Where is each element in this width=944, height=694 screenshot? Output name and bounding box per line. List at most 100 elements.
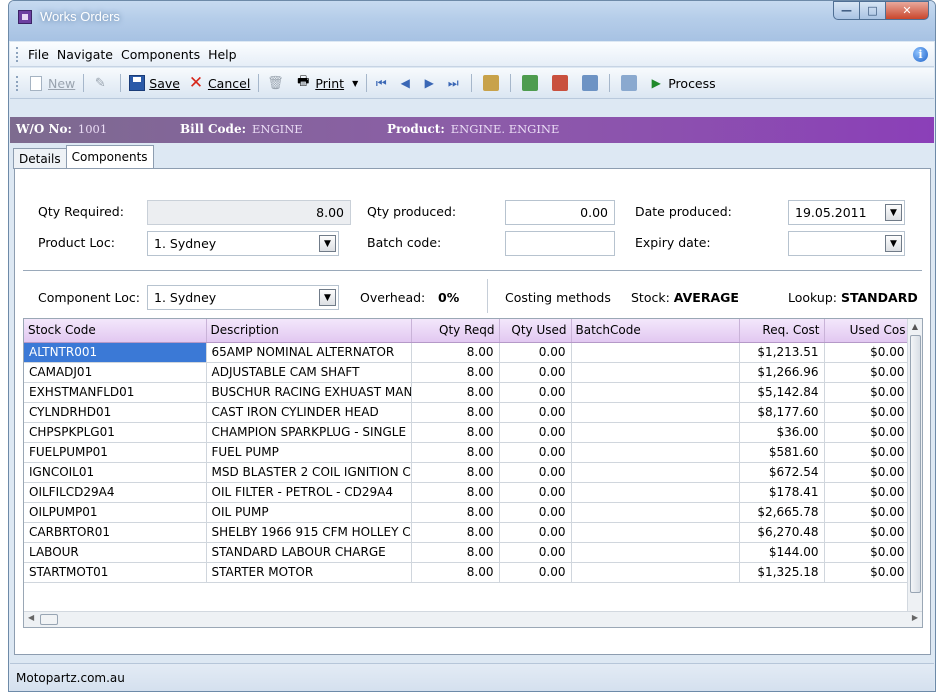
cell-batch-code[interactable] <box>571 362 740 383</box>
qty-produced-input[interactable]: 0.00 <box>505 200 615 225</box>
cell-qty-reqd[interactable]: 8.00 <box>411 422 500 443</box>
cell-qty-reqd[interactable]: 8.00 <box>411 362 500 383</box>
cell-batch-code[interactable] <box>571 402 740 423</box>
tab-components[interactable]: Components <box>65 145 154 169</box>
table-row[interactable]: CAMADJ01 ADJUSTABLE CAM SHAFT 8.00 0.00 $1,2… <box>24 362 911 383</box>
tab-details[interactable]: Details <box>13 148 67 169</box>
cell-used-cost[interactable]: $0.00 <box>824 462 911 483</box>
cell-stock-code[interactable]: OILFILCD29A4 <box>24 482 207 503</box>
cell-stock-code[interactable]: CAMADJ01 <box>24 362 207 383</box>
cell-req-cost[interactable]: $1,325.18 <box>739 562 825 583</box>
table-row[interactable]: OILPUMP01 OIL PUMP 8.00 0.00 $2,665.78 $0.00 <box>24 502 911 523</box>
cell-qty-used[interactable]: 0.00 <box>499 482 572 503</box>
cell-qty-reqd[interactable]: 8.00 <box>411 482 500 503</box>
cell-description[interactable]: OIL PUMP <box>206 502 412 523</box>
date-dropdown-icon[interactable]: ▼ <box>885 204 902 221</box>
cell-req-cost[interactable]: $5,142.84 <box>739 382 825 403</box>
cell-qty-reqd[interactable]: 8.00 <box>411 402 500 423</box>
cell-used-cost[interactable]: $0.00 <box>824 442 911 463</box>
cell-batch-code[interactable] <box>571 542 740 563</box>
menu-components[interactable]: Components <box>117 47 204 62</box>
cell-description[interactable]: BUSCHUR RACING EXHUAST MANI... <box>206 382 412 403</box>
cell-qty-reqd[interactable]: 8.00 <box>411 342 500 363</box>
cell-qty-used[interactable]: 0.00 <box>499 522 572 543</box>
cell-qty-reqd[interactable]: 8.00 <box>411 522 500 543</box>
col-header-stock-code[interactable]: Stock Code <box>24 319 207 343</box>
table-row[interactable]: LABOUR STANDARD LABOUR CHARGE 8.00 0.00 $144… <box>24 542 911 563</box>
cell-description[interactable]: OIL FILTER - PETROL - CD29A4 <box>206 482 412 503</box>
cell-qty-used[interactable]: 0.00 <box>499 502 572 523</box>
first-record-button[interactable]: ⏮ <box>371 72 395 94</box>
cell-used-cost[interactable]: $0.00 <box>824 502 911 523</box>
col-header-description[interactable]: Description <box>206 319 412 343</box>
print-button[interactable]: 🖶 Print <box>291 72 348 94</box>
cell-description[interactable]: SHELBY 1966 915 CFM HOLLEY CA... <box>206 522 412 543</box>
components-grid[interactable]: Stock Code Description Qty Reqd Qty Used… <box>23 318 923 628</box>
cell-qty-used[interactable]: 0.00 <box>499 382 572 403</box>
cell-qty-reqd[interactable]: 8.00 <box>411 502 500 523</box>
cell-stock-code[interactable]: IGNCOIL01 <box>24 462 207 483</box>
delete-button[interactable]: 🗑 <box>263 72 291 94</box>
col-header-used-cost[interactable]: Used Cos <box>824 319 911 343</box>
menu-file[interactable]: File <box>24 47 53 62</box>
col-header-req-cost[interactable]: Req. Cost <box>739 319 825 343</box>
cell-description[interactable]: 65AMP NOMINAL ALTERNATOR <box>206 342 412 363</box>
cell-qty-reqd[interactable]: 8.00 <box>411 382 500 403</box>
next-record-button[interactable]: ▶ <box>419 72 443 94</box>
cell-stock-code[interactable]: OILPUMP01 <box>24 502 207 523</box>
cell-batch-code[interactable] <box>571 502 740 523</box>
cell-used-cost[interactable]: $0.00 <box>824 482 911 503</box>
menu-navigate[interactable]: Navigate <box>53 47 117 62</box>
cell-description[interactable]: FUEL PUMP <box>206 442 412 463</box>
cell-batch-code[interactable] <box>571 522 740 543</box>
print-dropdown-button[interactable]: ▼ <box>348 72 362 94</box>
table-row[interactable]: STARTMOT01 STARTER MOTOR 8.00 0.00 $1,325.18… <box>24 562 911 583</box>
cell-qty-used[interactable]: 0.00 <box>499 562 572 583</box>
cell-description[interactable]: MSD BLASTER 2 COIL IGNITION C... <box>206 462 412 483</box>
table-row[interactable]: FUELPUMP01 FUEL PUMP 8.00 0.00 $581.60 $0.00 <box>24 442 911 463</box>
date-produced-picker[interactable]: 19.05.2011 ▼ <box>788 200 905 225</box>
cell-stock-code[interactable]: STARTMOT01 <box>24 562 207 583</box>
cell-batch-code[interactable] <box>571 422 740 443</box>
table-row[interactable]: IGNCOIL01 MSD BLASTER 2 COIL IGNITION C..… <box>24 462 911 483</box>
vertical-scrollbar[interactable]: ▲ <box>907 319 922 612</box>
cell-req-cost[interactable]: $6,270.48 <box>739 522 825 543</box>
cell-qty-reqd[interactable]: 8.00 <box>411 542 500 563</box>
expiry-dropdown-icon[interactable]: ▼ <box>885 235 902 252</box>
previous-record-button[interactable]: ◀ <box>395 72 419 94</box>
expiry-date-picker[interactable]: ▼ <box>788 231 905 256</box>
cell-batch-code[interactable] <box>571 442 740 463</box>
cell-stock-code[interactable]: FUELPUMP01 <box>24 442 207 463</box>
cell-req-cost[interactable]: $8,177.60 <box>739 402 825 423</box>
refresh-button[interactable] <box>614 72 644 94</box>
cell-used-cost[interactable]: $0.00 <box>824 522 911 543</box>
col-header-batch-code[interactable]: BatchCode <box>571 319 740 343</box>
cell-description[interactable]: STANDARD LABOUR CHARGE <box>206 542 412 563</box>
cell-qty-used[interactable]: 0.00 <box>499 402 572 423</box>
cell-qty-used[interactable]: 0.00 <box>499 462 572 483</box>
cell-qty-used[interactable]: 0.00 <box>499 422 572 443</box>
remove-line-button[interactable] <box>545 72 575 94</box>
cell-description[interactable]: CHAMPION SPARKPLUG - SINGLE <box>206 422 412 443</box>
cell-used-cost[interactable]: $0.00 <box>824 402 911 423</box>
new-button[interactable]: New <box>24 72 79 94</box>
table-row[interactable]: OILFILCD29A4 OIL FILTER - PETROL - CD29A4… <box>24 482 911 503</box>
maximize-button[interactable]: □ <box>859 1 885 20</box>
cell-stock-code[interactable]: EXHSTMANFLD01 <box>24 382 207 403</box>
product-loc-select[interactable]: 1. Sydney ▼ <box>147 231 339 256</box>
cell-description[interactable]: CAST IRON CYLINDER HEAD <box>206 402 412 423</box>
cell-used-cost[interactable]: $0.00 <box>824 562 911 583</box>
cell-used-cost[interactable]: $0.00 <box>824 382 911 403</box>
cell-req-cost[interactable]: $178.41 <box>739 482 825 503</box>
last-record-button[interactable]: ⏭ <box>443 72 467 94</box>
table-row[interactable]: EXHSTMANFLD01 BUSCHUR RACING EXHUAST MANI… <box>24 382 911 403</box>
cell-stock-code[interactable]: CARBRTOR01 <box>24 522 207 543</box>
close-button[interactable]: ✕ <box>885 1 929 20</box>
scroll-left-icon[interactable]: ◀ <box>28 613 34 622</box>
batch-code-input[interactable] <box>505 231 615 256</box>
cell-description[interactable]: STARTER MOTOR <box>206 562 412 583</box>
component-loc-dropdown-icon[interactable]: ▼ <box>319 289 336 306</box>
find-button[interactable] <box>476 72 506 94</box>
cell-req-cost[interactable]: $1,213.51 <box>739 342 825 363</box>
cell-req-cost[interactable]: $581.60 <box>739 442 825 463</box>
